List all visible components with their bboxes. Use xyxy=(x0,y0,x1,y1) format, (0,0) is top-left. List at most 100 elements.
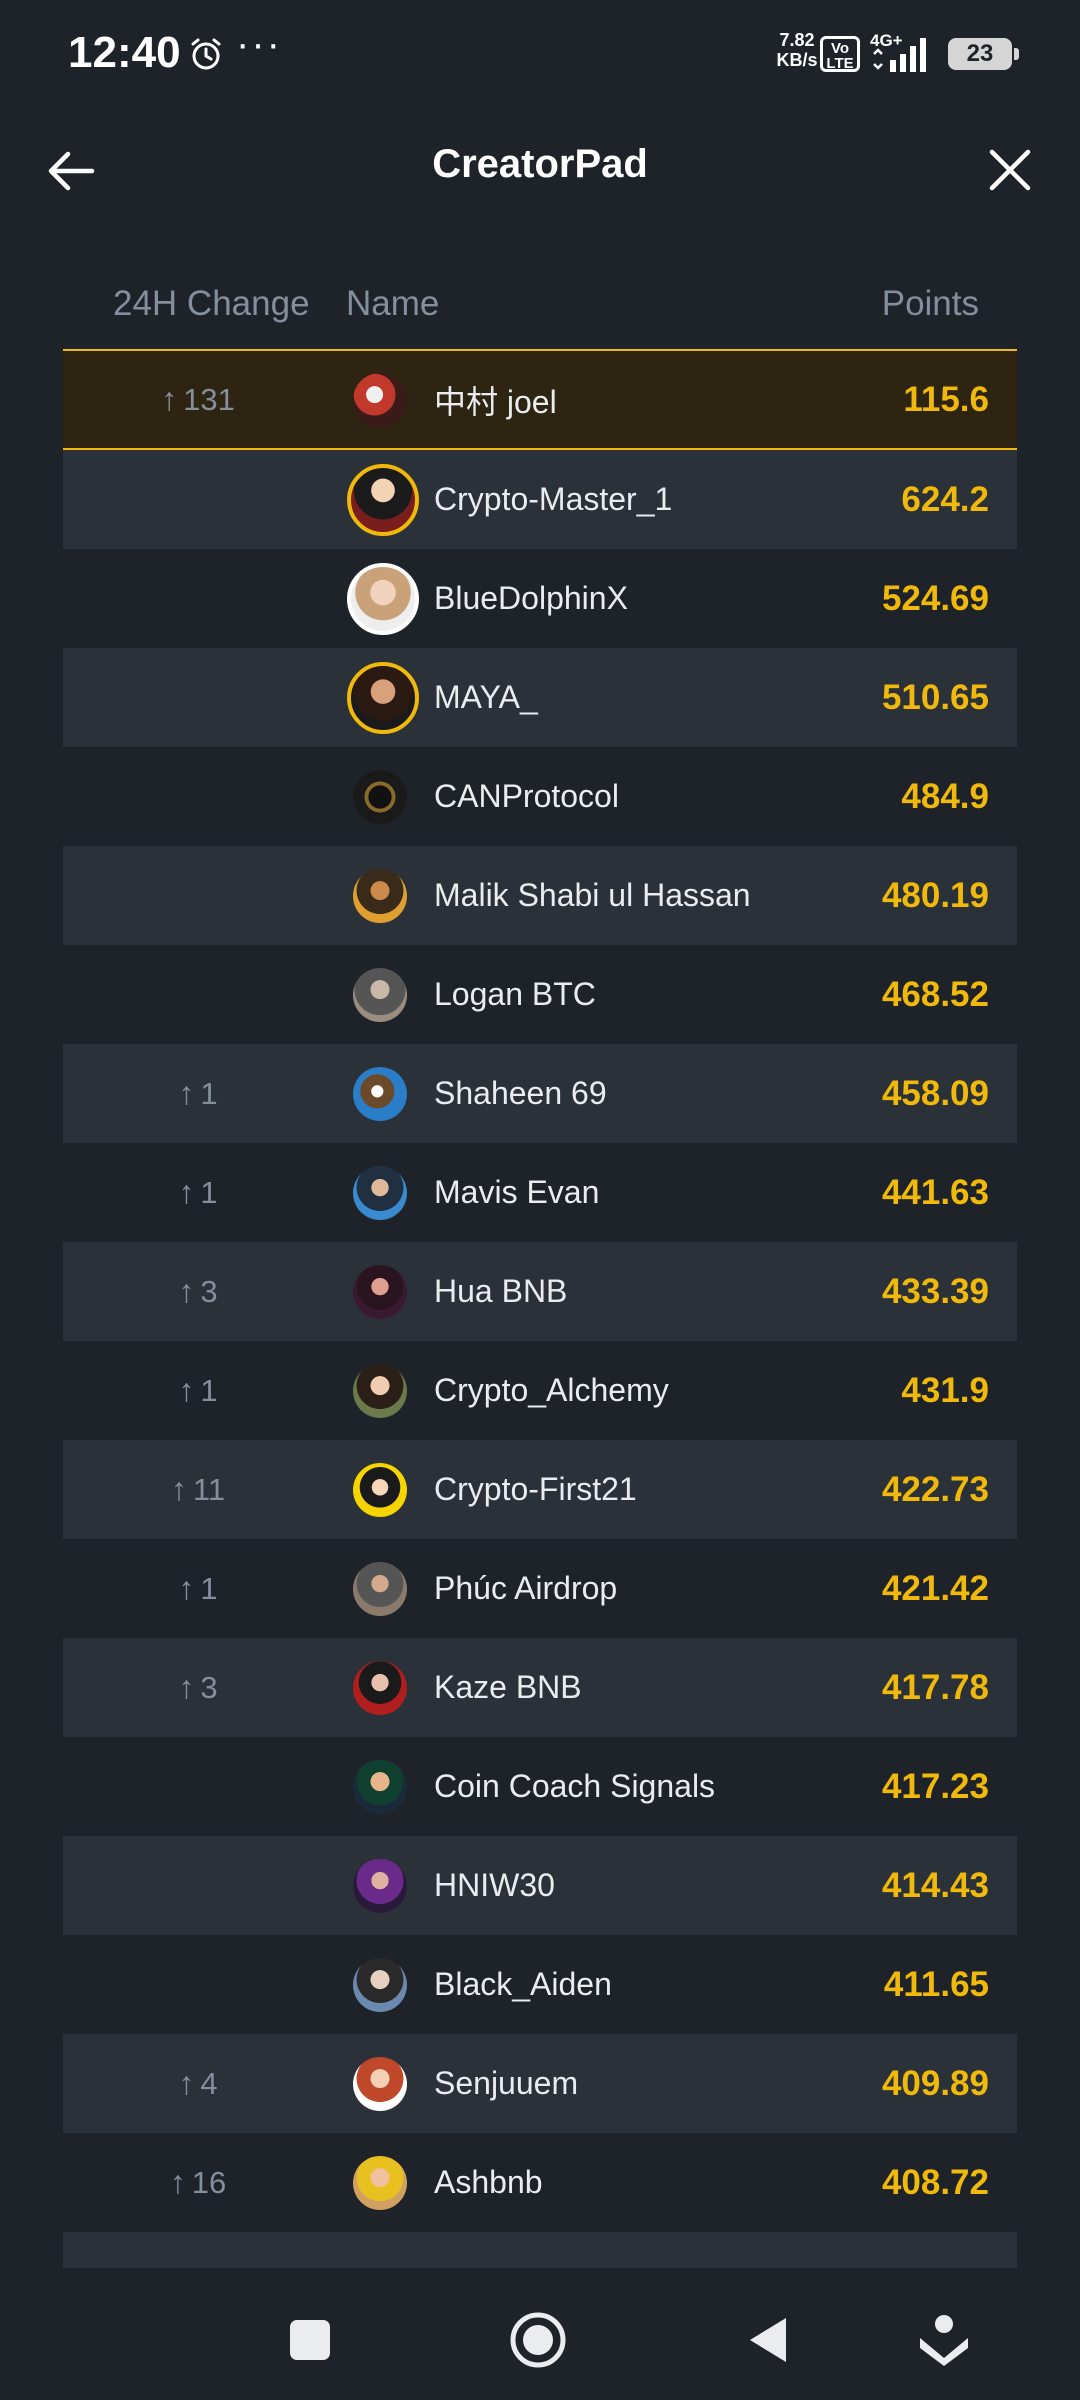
creator-points: 468.52 xyxy=(881,974,989,1014)
creator-points: 431.9 xyxy=(901,1370,989,1410)
creator-points: 115.6 xyxy=(903,379,989,419)
recent-apps-icon[interactable] xyxy=(280,2310,340,2370)
leaderboard-row[interactable]: Logan BTC 468.52 xyxy=(63,945,1017,1044)
system-nav-bar xyxy=(0,2270,1080,2400)
avatar[interactable] xyxy=(353,1363,407,1418)
current-user-row[interactable]: ↑ 131 中村 joel 115.6 xyxy=(63,349,1017,450)
creator-name[interactable]: Senjuuem xyxy=(434,2034,578,2133)
avatar[interactable] xyxy=(353,1957,407,2012)
home-icon[interactable] xyxy=(508,2310,568,2370)
rank-change-value: 1 xyxy=(200,1570,218,1606)
avatar[interactable] xyxy=(353,1462,407,1517)
creator-name[interactable]: Crypto_Alchemy xyxy=(434,1341,669,1440)
creator-name[interactable]: Kaze BNB xyxy=(434,1638,582,1737)
page-title: CreatorPad xyxy=(432,142,648,186)
rank-change-value: 131 xyxy=(183,381,235,417)
leaderboard-row[interactable]: CANProtocol 484.9 xyxy=(63,747,1017,846)
network-speed-value: 7.82 xyxy=(779,30,815,50)
battery-icon: 23 xyxy=(948,38,1019,70)
avatar[interactable] xyxy=(353,1759,407,1814)
creator-points: 422.73 xyxy=(881,1469,989,1509)
rank-change xyxy=(133,945,263,1044)
rank-change: ↑ 11 xyxy=(133,1440,263,1539)
creator-name[interactable]: Logan BTC xyxy=(434,945,596,1044)
rank-change xyxy=(133,1836,263,1935)
avatar[interactable] xyxy=(353,1660,407,1715)
arrow-up-icon: ↑ xyxy=(178,1669,195,1705)
volte-bottom: LTE xyxy=(826,55,854,72)
avatar[interactable] xyxy=(347,661,419,734)
rank-change-value: 1 xyxy=(200,1075,218,1111)
avatar[interactable] xyxy=(353,372,407,427)
avatar[interactable] xyxy=(353,1066,407,1121)
network-speed: 7.82 KB/s xyxy=(768,30,826,70)
leaderboard-row[interactable]: ↑ 1 Shaheen 69 458.09 xyxy=(63,1044,1017,1143)
rank-change: ↑ 1 xyxy=(133,1539,263,1638)
signal-icon: 4G+ xyxy=(870,31,926,72)
rank-change xyxy=(133,1737,263,1836)
creator-points: 417.23 xyxy=(881,1766,989,1806)
avatar[interactable] xyxy=(347,562,419,635)
rank-change-value: 16 xyxy=(191,2164,227,2200)
avatar[interactable] xyxy=(353,1858,407,1913)
leaderboard-row[interactable]: Crypto-Master_1 624.2 xyxy=(63,450,1017,549)
battery-level: 23 xyxy=(966,40,994,67)
rank-change-value: 1 xyxy=(200,1372,218,1408)
avatar[interactable] xyxy=(353,1264,407,1319)
creator-name[interactable]: BlueDolphinX xyxy=(434,549,628,648)
avatar[interactable] xyxy=(347,463,419,536)
rank-change: ↑ 1 xyxy=(133,1143,263,1242)
rank-change xyxy=(133,1935,263,2034)
volte-top: Vo xyxy=(830,40,850,57)
creator-name[interactable]: Phúc Airdrop xyxy=(434,1539,617,1638)
leaderboard-row[interactable]: ↑ 11 Crypto-First21 422.73 xyxy=(63,1440,1017,1539)
leaderboard-row[interactable]: ↑ 1 Crypto_Alchemy 431.9 xyxy=(63,1341,1017,1440)
creator-name[interactable]: Black_Aiden xyxy=(434,1935,612,2034)
arrow-up-icon: ↑ xyxy=(178,1174,195,1210)
creator-name[interactable]: Ashbnb xyxy=(434,2133,543,2232)
column-24h-change: 24H Change xyxy=(113,284,310,323)
leaderboard-row[interactable]: HNIW30 414.43 xyxy=(63,1836,1017,1935)
leaderboard-row[interactable]: Black_Aiden 411.65 xyxy=(63,1935,1017,2034)
arrow-up-icon: ↑ xyxy=(178,1570,195,1606)
avatar[interactable] xyxy=(353,2056,407,2111)
creator-name[interactable]: MAYA_ xyxy=(434,648,538,747)
creator-name[interactable]: CANProtocol xyxy=(434,747,619,846)
leaderboard-row[interactable]: ↑ 3 Hua BNB 433.39 xyxy=(63,1242,1017,1341)
leaderboard-row[interactable]: ↑ 1 Mavis Evan 441.63 xyxy=(63,1143,1017,1242)
creator-name[interactable]: Malik Shabi ul Hassan xyxy=(434,846,751,945)
leaderboard-row[interactable]: MAYA_ 510.65 xyxy=(63,648,1017,747)
creator-points: 421.42 xyxy=(881,1568,989,1608)
leaderboard-row[interactable]: ↑ 16 Ashbnb 408.72 xyxy=(63,2133,1017,2232)
leaderboard-row[interactable]: BlueDolphinX 524.69 xyxy=(63,549,1017,648)
avatar[interactable] xyxy=(353,1561,407,1616)
back-nav-icon[interactable] xyxy=(740,2310,800,2370)
creator-points: 480.19 xyxy=(881,875,989,915)
avatar[interactable] xyxy=(353,967,407,1022)
rank-change-value: 3 xyxy=(200,1669,218,1705)
creator-name[interactable]: 中村 joel xyxy=(434,351,557,448)
leaderboard-row[interactable]: ↑ 4 Senjuuem 409.89 xyxy=(63,2034,1017,2133)
creator-name[interactable]: Crypto-Master_1 xyxy=(434,450,672,549)
creator-points: 524.69 xyxy=(881,578,989,618)
creator-name[interactable]: HNIW30 xyxy=(434,1836,555,1935)
avatar[interactable] xyxy=(353,769,407,824)
creator-name[interactable]: Shaheen 69 xyxy=(434,1044,607,1143)
leaderboard-row[interactable]: Coin Coach Signals 417.23 xyxy=(63,1737,1017,1836)
collapse-nav-icon[interactable] xyxy=(914,2310,974,2370)
close-icon[interactable] xyxy=(982,142,1038,198)
creator-name[interactable]: Mavis Evan xyxy=(434,1143,599,1242)
rank-change-value: 3 xyxy=(200,1273,218,1309)
leaderboard-row[interactable]: ↑ 1 Phúc Airdrop 421.42 xyxy=(63,1539,1017,1638)
avatar[interactable] xyxy=(353,868,407,923)
rank-change: ↑ 131 xyxy=(133,351,263,448)
avatar[interactable] xyxy=(353,1165,407,1220)
creator-name[interactable]: Hua BNB xyxy=(434,1242,567,1341)
creator-name[interactable]: Coin Coach Signals xyxy=(434,1737,715,1836)
creator-name[interactable]: Crypto-First21 xyxy=(434,1440,637,1539)
avatar[interactable] xyxy=(353,2155,407,2210)
rank-change xyxy=(133,846,263,945)
rank-change xyxy=(133,648,263,747)
leaderboard-row[interactable]: Malik Shabi ul Hassan 480.19 xyxy=(63,846,1017,945)
leaderboard-row[interactable]: ↑ 3 Kaze BNB 417.78 xyxy=(63,1638,1017,1737)
